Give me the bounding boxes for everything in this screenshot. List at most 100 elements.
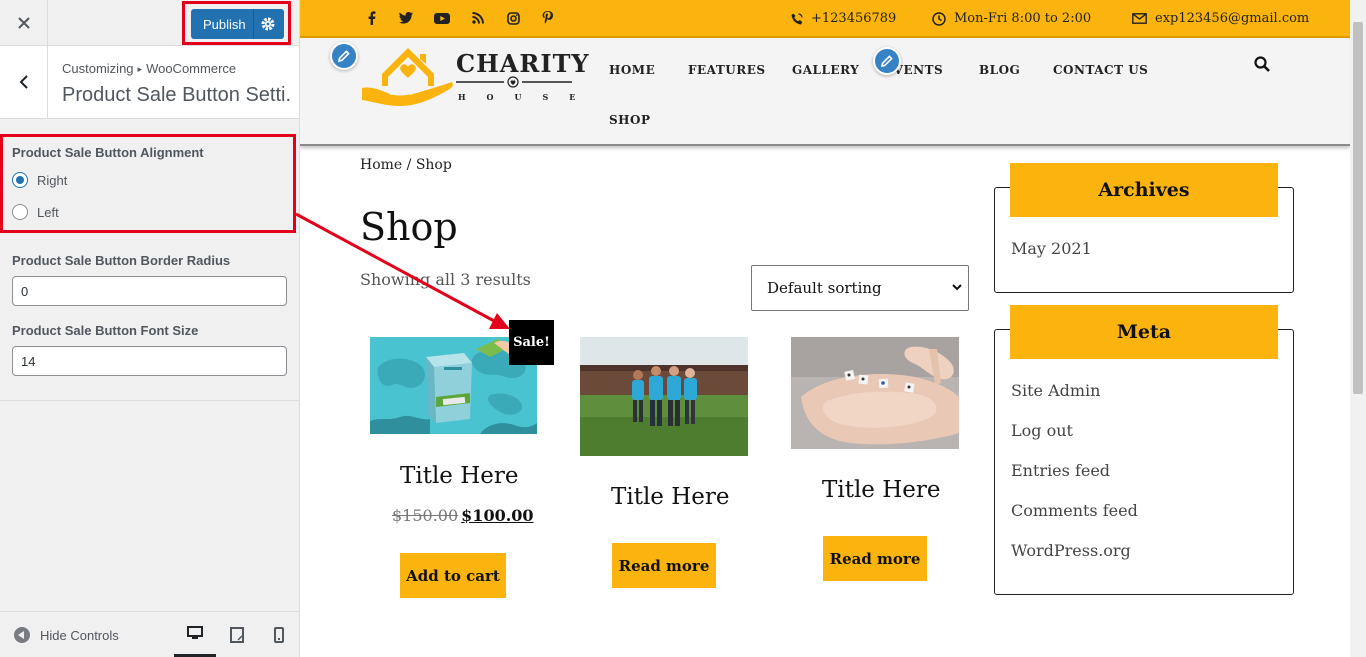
phone-icon (791, 12, 803, 24)
meta-widget: Site Admin Log out Entries feed Comments… (994, 329, 1294, 595)
tablet-icon (230, 627, 244, 643)
pinterest-icon[interactable] (539, 10, 555, 26)
radio-right-label: Right (37, 172, 68, 188)
section-title: Product Sale Button Setti... (62, 84, 292, 106)
product-1-add-to-cart-button[interactable]: Add to cart (400, 553, 506, 598)
alignment-highlight-box: Product Sale Button Alignment Right Left (0, 134, 296, 233)
shop-breadcrumb: Home / Shop (360, 157, 452, 173)
font-size-input[interactable]: 14 (12, 346, 287, 376)
device-tablet-button[interactable] (216, 612, 258, 657)
edit-logo-shortcut[interactable] (330, 42, 358, 70)
product-1-title[interactable]: Title Here (400, 463, 519, 489)
product-2-image[interactable] (580, 337, 748, 456)
archive-link-may-2021[interactable]: May 2021 (1011, 239, 1092, 258)
product-3-read-more-button[interactable]: Read more (823, 536, 927, 581)
breadcrumb-section: WooCommerce (146, 61, 237, 76)
volunteers-photo (580, 337, 748, 456)
preview-scrollbar[interactable] (1350, 0, 1366, 657)
product-1-old-price: $150.00 (392, 506, 459, 525)
screen: Publish Customizing ▸ WooCommerce Product … (0, 0, 1366, 657)
meta-link-entries-feed[interactable]: Entries feed (1011, 461, 1110, 480)
nav-features[interactable]: FEATURES (688, 63, 766, 77)
customizer-header: Publish (0, 0, 299, 46)
logo-name: CHARITY (456, 49, 590, 78)
hours-text: Mon-Fri 8:00 to 2:00 (954, 11, 1092, 26)
meta-link-site-admin[interactable]: Site Admin (1011, 381, 1100, 400)
site-header: CHARITY HOUSE HOME FEATURES GALLERY EVEN… (300, 38, 1350, 146)
logo-sub: HOUSE (458, 92, 597, 102)
section-header: Customizing ▸ WooCommerce Product Sale But… (0, 46, 299, 119)
breadcrumb-arrow-icon: ▸ (137, 64, 143, 74)
phone-text: +123456789 (811, 11, 897, 26)
chevron-left-icon (19, 75, 28, 89)
device-mobile-button[interactable] (258, 612, 300, 657)
customizer-breadcrumb: Customizing ▸ WooCommerce (62, 61, 236, 76)
publish-label: Publish (203, 16, 246, 32)
facebook-icon[interactable] (364, 10, 380, 26)
email-text: exp123456@gmail.com (1155, 11, 1310, 26)
meta-link-log-out[interactable]: Log out (1011, 421, 1073, 440)
sort-select[interactable]: Default sorting (751, 265, 969, 311)
publish-highlight-box: Publish (182, 1, 291, 45)
scrollbar-thumb[interactable] (1353, 22, 1363, 394)
logo-divider-icon (456, 76, 572, 88)
mobile-icon (274, 627, 284, 643)
sort-select-value: Default sorting (767, 279, 882, 297)
border-radius-input[interactable]: 0 (12, 276, 287, 306)
radio-right-input[interactable] (12, 172, 28, 188)
nav-shop[interactable]: SHOP (609, 113, 650, 127)
product-1-new-price: $100.00 (461, 506, 534, 525)
device-desktop-button[interactable] (174, 612, 216, 657)
radio-right[interactable]: Right (12, 172, 67, 188)
clock-icon (932, 11, 946, 26)
panel-divider (0, 400, 299, 401)
top-bar: +123456789 Mon-Fri 8:00 to 2:00 exp12345… (300, 0, 1350, 38)
nav-contact-us[interactable]: CONTACT US (1053, 63, 1148, 77)
search-icon (1254, 56, 1270, 72)
close-customizer-button[interactable] (0, 0, 48, 46)
twitter-icon[interactable] (398, 10, 414, 26)
product-1-price: $150.00 $100.00 (392, 506, 534, 525)
radio-left-label: Left (37, 204, 59, 220)
product-3-image[interactable] (791, 337, 959, 449)
product-2-title[interactable]: Title Here (611, 484, 730, 510)
rss-icon[interactable] (470, 10, 486, 26)
customizer-footer: Hide Controls (0, 611, 299, 657)
results-count: Showing all 3 results (360, 270, 531, 289)
hide-controls-button[interactable]: Hide Controls (14, 627, 119, 643)
product-3-title[interactable]: Title Here (822, 477, 941, 503)
hands-photo (791, 337, 959, 449)
back-button[interactable] (0, 46, 48, 118)
customizer-panel: Publish Customizing ▸ WooCommerce Product … (0, 0, 300, 657)
hide-controls-label: Hide Controls (40, 627, 119, 643)
pencil-icon (338, 50, 350, 62)
desktop-icon (187, 626, 203, 639)
gear-icon[interactable] (260, 16, 276, 32)
instagram-icon[interactable] (505, 10, 521, 26)
edit-menu-shortcut[interactable] (873, 47, 901, 75)
email-contact[interactable]: exp123456@gmail.com (1132, 11, 1309, 26)
publish-button[interactable]: Publish (191, 9, 284, 39)
border-radius-label: Product Sale Button Border Radius (12, 253, 231, 268)
youtube-icon[interactable] (434, 10, 450, 26)
meta-link-wordpress-org[interactable]: WordPress.org (1011, 541, 1131, 560)
page-title: Shop (360, 205, 458, 249)
radio-left-input[interactable] (12, 204, 28, 220)
meta-title: Meta (1010, 305, 1278, 359)
nav-gallery[interactable]: GALLERY (792, 63, 859, 77)
nav-home[interactable]: HOME (609, 63, 655, 77)
meta-link-comments-feed[interactable]: Comments feed (1011, 501, 1138, 520)
radio-left[interactable]: Left (12, 204, 59, 220)
site-logo[interactable]: CHARITY HOUSE (360, 40, 589, 108)
chevron-down-icon (952, 284, 962, 291)
close-icon (17, 17, 30, 29)
search-button[interactable] (1254, 56, 1272, 74)
publish-separator (253, 9, 254, 39)
product-2-read-more-button[interactable]: Read more (612, 543, 716, 588)
hours-contact: Mon-Fri 8:00 to 2:00 (932, 11, 1091, 26)
archives-title: Archives (1010, 163, 1278, 217)
nav-blog[interactable]: BLOG (979, 63, 1020, 77)
collapse-icon (14, 627, 30, 643)
phone-contact[interactable]: +123456789 (791, 11, 896, 26)
sale-badge: Sale! (509, 320, 554, 365)
